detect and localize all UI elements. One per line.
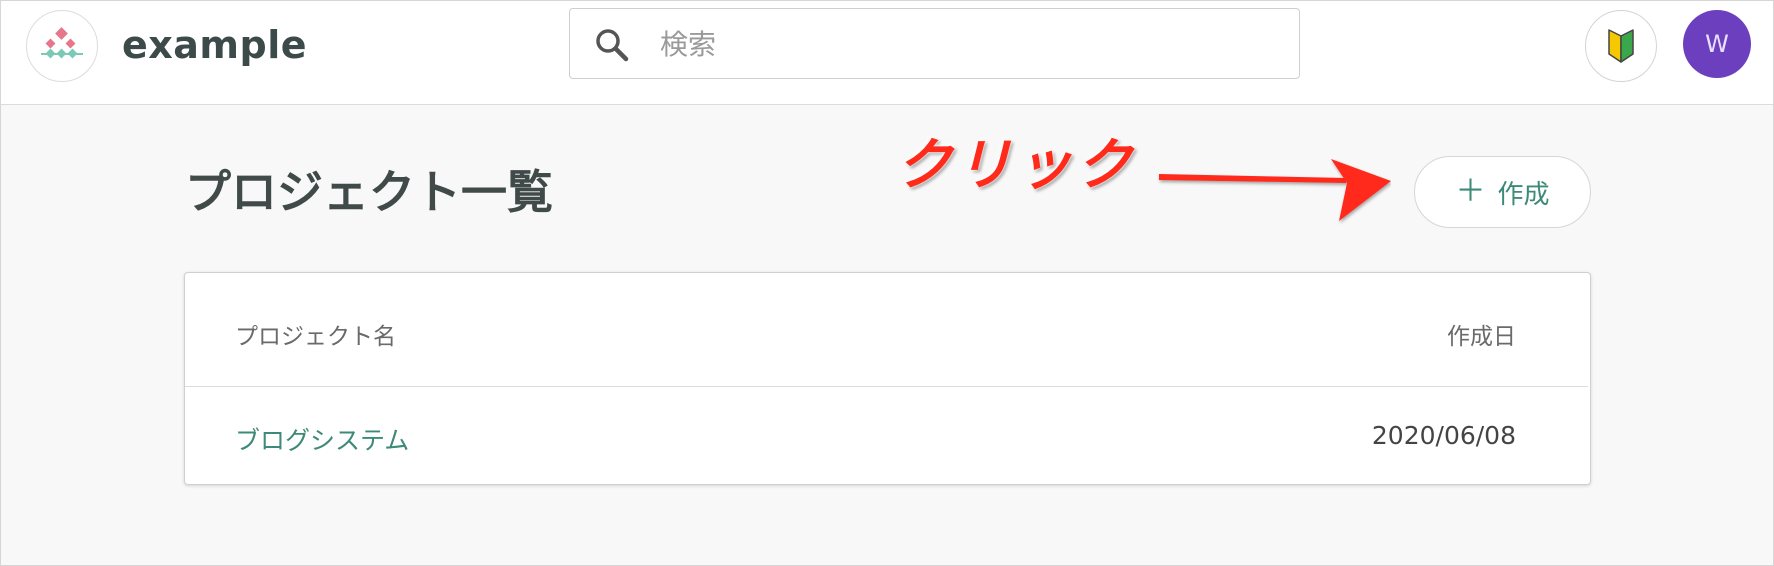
app-window: example W プロジェクト一覧 クリック [0,0,1774,566]
search-box[interactable] [569,8,1300,79]
column-header-project-name: プロジェクト名 [235,324,396,350]
annotation-arrow [1159,159,1391,221]
table-divider [185,386,1588,387]
app-logo-icon[interactable] [26,10,98,82]
create-button-label: 作成 [1497,179,1550,210]
user-avatar[interactable]: W [1683,10,1751,78]
project-created-date: 2020/06/08 [1371,421,1516,450]
search-input[interactable] [660,19,1280,69]
search-icon [596,29,629,62]
column-header-created-date: 作成日 [1447,324,1516,350]
create-project-button[interactable]: ＋ 作成 [1414,156,1591,228]
project-link[interactable]: ブログシステム [235,421,409,457]
brand-name: example [122,23,308,67]
click-annotation: クリック [896,133,1136,198]
project-table: プロジェクト名 作成日 ブログシステム 2020/06/08 [184,272,1591,485]
plus-icon: ＋ [1455,174,1486,209]
top-header: example W [1,1,1773,105]
page-title: プロジェクト一覧 [185,165,553,219]
beginner-mark-button[interactable] [1585,10,1657,82]
beginner-mark-icon [1608,29,1634,63]
